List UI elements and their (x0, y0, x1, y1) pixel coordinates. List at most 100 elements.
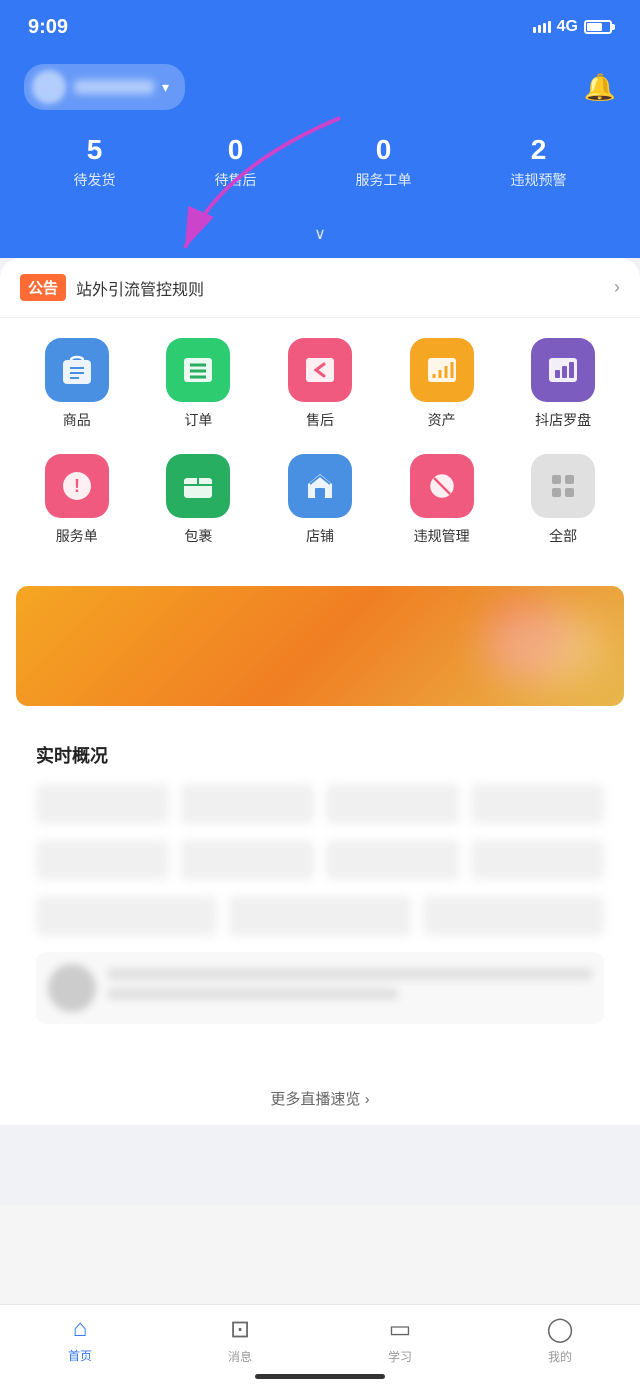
aftersale-icon (288, 338, 352, 402)
menu-item-asset[interactable]: 资产 (397, 338, 487, 430)
svg-text:!: ! (74, 476, 80, 496)
menu-item-order[interactable]: 订单 (153, 338, 243, 430)
nav-item-learn[interactable]: ▭ 学习 (370, 1315, 430, 1365)
asset-icon (410, 338, 474, 402)
store-icon (288, 454, 352, 518)
blur-line-1 (108, 968, 592, 980)
header: ▾ 🔔 5 待发货 0 待售后 0 服务工单 2 违规预警 (0, 50, 640, 218)
menu-label-store: 店铺 (306, 526, 334, 546)
blur-stat-7 (326, 840, 459, 880)
blur-stat-2 (181, 784, 314, 824)
expand-row[interactable]: ∨ (0, 218, 640, 258)
blur-stat-5 (36, 840, 169, 880)
signal-icon (533, 21, 551, 33)
package-icon (166, 454, 230, 518)
white-card: 公告 站外引流管控规则 › (0, 258, 640, 1125)
menu-label-service: 服务单 (56, 526, 98, 546)
stat-label-2: 待售后 (215, 170, 257, 190)
stat-number-2: 0 (215, 134, 257, 166)
stat-service-order[interactable]: 0 服务工单 (356, 134, 412, 190)
stat-pending-delivery[interactable]: 5 待发货 (74, 134, 116, 190)
all-icon (531, 454, 595, 518)
menu-label-order: 订单 (184, 410, 212, 430)
blur-content-row (36, 952, 604, 1024)
main-content: 公告 站外引流管控规则 › (0, 258, 640, 1205)
stat-label-1: 待发货 (74, 170, 116, 190)
realtime-title: 实时概况 (36, 742, 604, 768)
menu-item-douyin[interactable]: 抖店罗盘 (518, 338, 608, 430)
menu-label-all: 全部 (549, 526, 577, 546)
menu-item-aftersale[interactable]: 售后 (275, 338, 365, 430)
mine-nav-label: 我的 (548, 1348, 572, 1365)
status-time: 9:09 (28, 16, 68, 39)
chevron-expand-icon: ∨ (314, 224, 326, 244)
stat-pending-aftersale[interactable]: 0 待售后 (215, 134, 257, 190)
blur-content (108, 968, 592, 1008)
stats-row: 5 待发货 0 待售后 0 服务工单 2 违规预警 (24, 134, 616, 198)
network-label: 4G (557, 18, 578, 36)
service-icon: ! (45, 454, 109, 518)
menu-label-aftersale: 售后 (306, 410, 334, 430)
more-live-button[interactable]: 更多直播速览 › (0, 1072, 640, 1125)
blur-stat-9 (36, 896, 217, 936)
message-nav-icon: ⊡ (230, 1315, 250, 1344)
menu-item-all[interactable]: 全部 (518, 454, 608, 546)
home-nav-label: 首页 (68, 1347, 92, 1364)
blur-stat-6 (181, 840, 314, 880)
blur-stat-8 (471, 840, 604, 880)
order-icon (166, 338, 230, 402)
stat-violation-warning[interactable]: 2 违规预警 (511, 134, 567, 190)
chevron-down-icon: ▾ (162, 79, 169, 96)
product-icon (45, 338, 109, 402)
announcement-bar[interactable]: 公告 站外引流管控规则 › (0, 258, 640, 318)
blur-stat-4 (471, 784, 604, 824)
learn-nav-label: 学习 (388, 1348, 412, 1365)
menu-label-product: 商品 (63, 410, 91, 430)
store-selector[interactable]: ▾ (24, 64, 185, 110)
stat-number-3: 0 (356, 134, 412, 166)
douyin-icon (531, 338, 595, 402)
nav-item-message[interactable]: ⊡ 消息 (210, 1315, 270, 1365)
stats-grid-1 (36, 784, 604, 824)
nav-item-home[interactable]: ⌂ 首页 (50, 1315, 110, 1365)
header-top: ▾ 🔔 (24, 64, 616, 110)
stat-label-3: 服务工单 (356, 170, 412, 190)
home-indicator (255, 1374, 385, 1379)
realtime-section: 实时概况 (16, 722, 624, 1056)
menu-label-violation: 违规管理 (414, 526, 470, 546)
blur-line-2 (108, 988, 398, 1000)
menu-label-package: 包裹 (184, 526, 212, 546)
announcement-text: 站外引流管控规则 (76, 276, 614, 300)
bell-icon[interactable]: 🔔 (584, 72, 616, 103)
home-nav-icon: ⌂ (73, 1315, 88, 1343)
announcement-tag: 公告 (20, 274, 66, 301)
menu-item-service[interactable]: ! 服务单 (32, 454, 122, 546)
menu-item-product[interactable]: 商品 (32, 338, 122, 430)
blur-stat-11 (423, 896, 604, 936)
menu-label-asset: 资产 (428, 410, 456, 430)
blur-avatar (48, 964, 96, 1012)
status-bar: 9:09 4G (0, 0, 640, 50)
menu-grid: 商品 订单 (0, 318, 640, 586)
stats-grid-2 (36, 840, 604, 880)
more-live-text: 更多直播速览 › (270, 1091, 369, 1108)
nav-item-mine[interactable]: ◯ 我的 (530, 1315, 590, 1365)
menu-item-package[interactable]: 包裹 (153, 454, 243, 546)
message-nav-label: 消息 (228, 1348, 252, 1365)
stats-grid-3 (36, 896, 604, 936)
learn-nav-icon: ▭ (389, 1315, 412, 1344)
battery-icon (584, 20, 612, 34)
blur-stat-3 (326, 784, 459, 824)
menu-row-2: ! 服务单 包裹 (16, 454, 624, 546)
store-avatar (32, 70, 66, 104)
violation-icon (410, 454, 474, 518)
status-icons: 4G (533, 18, 612, 36)
store-name (74, 80, 154, 94)
stat-number-4: 2 (511, 134, 567, 166)
announcement-arrow-icon: › (614, 277, 620, 298)
bottom-nav: ⌂ 首页 ⊡ 消息 ▭ 学习 ◯ 我的 (0, 1304, 640, 1385)
blur-stat-10 (229, 896, 410, 936)
banner[interactable] (16, 586, 624, 706)
menu-item-violation[interactable]: 违规管理 (397, 454, 487, 546)
menu-item-store[interactable]: 店铺 (275, 454, 365, 546)
